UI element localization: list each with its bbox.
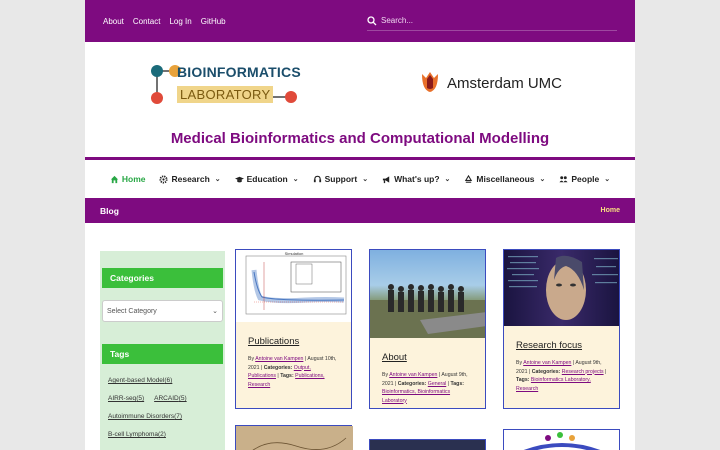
post-image-ai-face[interactable] <box>504 250 619 326</box>
users-icon <box>559 175 568 182</box>
nav-education[interactable]: Education ⌄ <box>234 174 299 184</box>
post-title[interactable]: Publications <box>236 336 351 347</box>
megaphone-icon <box>382 175 390 183</box>
author-link[interactable]: Antoine van Kampen <box>255 356 303 362</box>
tag-link[interactable]: Agent-based Model(6) <box>108 372 225 390</box>
nav-support-label: Support <box>324 174 358 184</box>
author-link[interactable]: Antoine van Kampen <box>389 372 437 378</box>
tag-link[interactable]: B-cell Lymphoma(2) <box>108 426 225 444</box>
nav-home-label: Home <box>121 174 146 184</box>
about-link[interactable]: About <box>103 17 124 26</box>
category-link[interactable]: Research projects <box>562 369 604 375</box>
amsterdam-umc-text: Amsterdam UMC <box>447 74 563 92</box>
chevron-down-icon: ⌄ <box>539 176 546 183</box>
tag-link[interactable]: ARCAID(5) <box>154 390 187 408</box>
site-header: BIOINFORMATICS LABORATORY Amsterdam UMC … <box>85 42 635 160</box>
post-meta: By Antoine van Kampen | August 10th, 202… <box>248 356 337 388</box>
chevron-down-icon: ⌄ <box>362 176 369 183</box>
home-icon <box>110 175 118 183</box>
chevron-down-icon: ⌄ <box>214 176 221 183</box>
scatter-plot-thumbnail: Simulation <box>245 251 347 315</box>
page: About Contact Log In GitHub Search... BI… <box>85 0 635 450</box>
category-select[interactable]: Select Category ⌄ <box>102 300 223 322</box>
post-image-group-photo[interactable] <box>370 250 485 338</box>
nav-people[interactable]: People ⌄ <box>559 174 610 184</box>
nav-research[interactable]: Research ⌄ <box>159 174 221 184</box>
group-photo-thumbnail <box>370 284 485 338</box>
nav-education-label: Education <box>246 174 288 184</box>
chevron-down-icon: ⌄ <box>444 176 451 183</box>
category-link[interactable]: General <box>428 381 446 387</box>
breadcrumb-home[interactable]: Home <box>601 207 620 214</box>
post-title[interactable]: Research focus <box>504 340 619 351</box>
nav-research-label: Research <box>171 174 210 184</box>
post-title[interactable]: About <box>370 352 485 363</box>
logo-text-laboratory: LABORATORY <box>177 86 274 103</box>
nav-home[interactable]: Home <box>110 174 146 184</box>
post-card-next-1[interactable] <box>235 425 353 450</box>
recycle-icon <box>465 174 473 183</box>
logo-text-bioinformatics: BIOINFORMATICS <box>177 64 301 80</box>
tag-cloud: Agent-based Model(6) AIRR-seq(5) ARCAID(… <box>100 372 225 444</box>
sidebar: Categories Select Category ⌄ Tags Agent-… <box>100 251 225 450</box>
tag-row: AIRR-seq(5) ARCAID(5) <box>108 390 225 408</box>
post-meta: By Antoine van Kampen | August 9th, 2021… <box>382 372 468 404</box>
post-image-plot[interactable]: Simulation <box>236 250 351 322</box>
page-title: Blog <box>100 205 119 216</box>
post-card-next-2[interactable] <box>369 439 486 450</box>
nav-miscellaneous-label: Miscellaneous <box>476 174 535 184</box>
tag-link[interactable]: AIRR-seq(5) <box>108 390 144 408</box>
category-select-value: Select Category <box>107 307 157 315</box>
main-nav: Home Research ⌄ Education ⌄ Support ⌄ Wh… <box>85 160 635 198</box>
search-icon <box>367 15 377 25</box>
top-links: About Contact Log In GitHub <box>103 17 226 26</box>
gear-icon <box>159 174 169 184</box>
post-card-next-3[interactable] <box>503 429 620 450</box>
graduation-cap-icon <box>234 176 244 182</box>
search-box <box>367 11 617 31</box>
tag-link[interactable]: Bioinformatics, Bioinformatics Laborator… <box>382 389 450 404</box>
post-meta: By Antoine van Kampen | August 9th, 2021… <box>516 360 607 392</box>
post-image-sketch <box>236 426 353 450</box>
nav-whats-up[interactable]: What's up? ⌄ <box>382 174 450 184</box>
ai-face-thumbnail <box>507 255 618 320</box>
tag-link[interactable]: Autoimmune Disorders(7) <box>108 408 225 426</box>
post-image-logo <box>523 432 601 450</box>
top-bar: About Contact Log In GitHub <box>85 0 635 42</box>
blog-content: Categories Select Category ⌄ Tags Agent-… <box>85 223 635 450</box>
post-card-publications[interactable]: Simulation Publications By Antoine van K… <box>235 249 352 409</box>
nav-people-label: People <box>571 174 600 184</box>
site-title: Medical Bioinformatics and Computational… <box>170 130 550 147</box>
chevron-down-icon: ⌄ <box>212 308 218 315</box>
blog-title-bar: Blog Home <box>85 198 635 223</box>
post-card-about[interactable]: About By Antoine van Kampen | August 9th… <box>369 249 486 409</box>
contact-link[interactable]: Contact <box>133 17 161 26</box>
chevron-down-icon: ⌄ <box>604 176 611 183</box>
nav-whats-up-label: What's up? <box>394 174 440 184</box>
github-link[interactable]: GitHub <box>201 17 226 26</box>
chevron-down-icon: ⌄ <box>292 176 299 183</box>
post-card-research-focus[interactable]: Research focus By Antoine van Kampen | A… <box>503 249 620 409</box>
tags-heading: Tags <box>102 344 223 364</box>
search-input[interactable] <box>381 16 601 25</box>
headset-icon <box>313 175 321 182</box>
nav-support[interactable]: Support ⌄ <box>313 174 368 184</box>
login-link[interactable]: Log In <box>169 17 191 26</box>
tulip-icon <box>422 72 438 92</box>
nav-miscellaneous[interactable]: Miscellaneous ⌄ <box>464 174 545 184</box>
categories-heading: Categories <box>102 268 223 288</box>
amsterdam-umc-logo[interactable]: Amsterdam UMC <box>419 69 579 97</box>
author-link[interactable]: Antoine van Kampen <box>523 360 571 366</box>
plot-title: Simulation <box>285 251 304 256</box>
bioinformatics-logo[interactable]: BIOINFORMATICS LABORATORY <box>149 62 301 108</box>
